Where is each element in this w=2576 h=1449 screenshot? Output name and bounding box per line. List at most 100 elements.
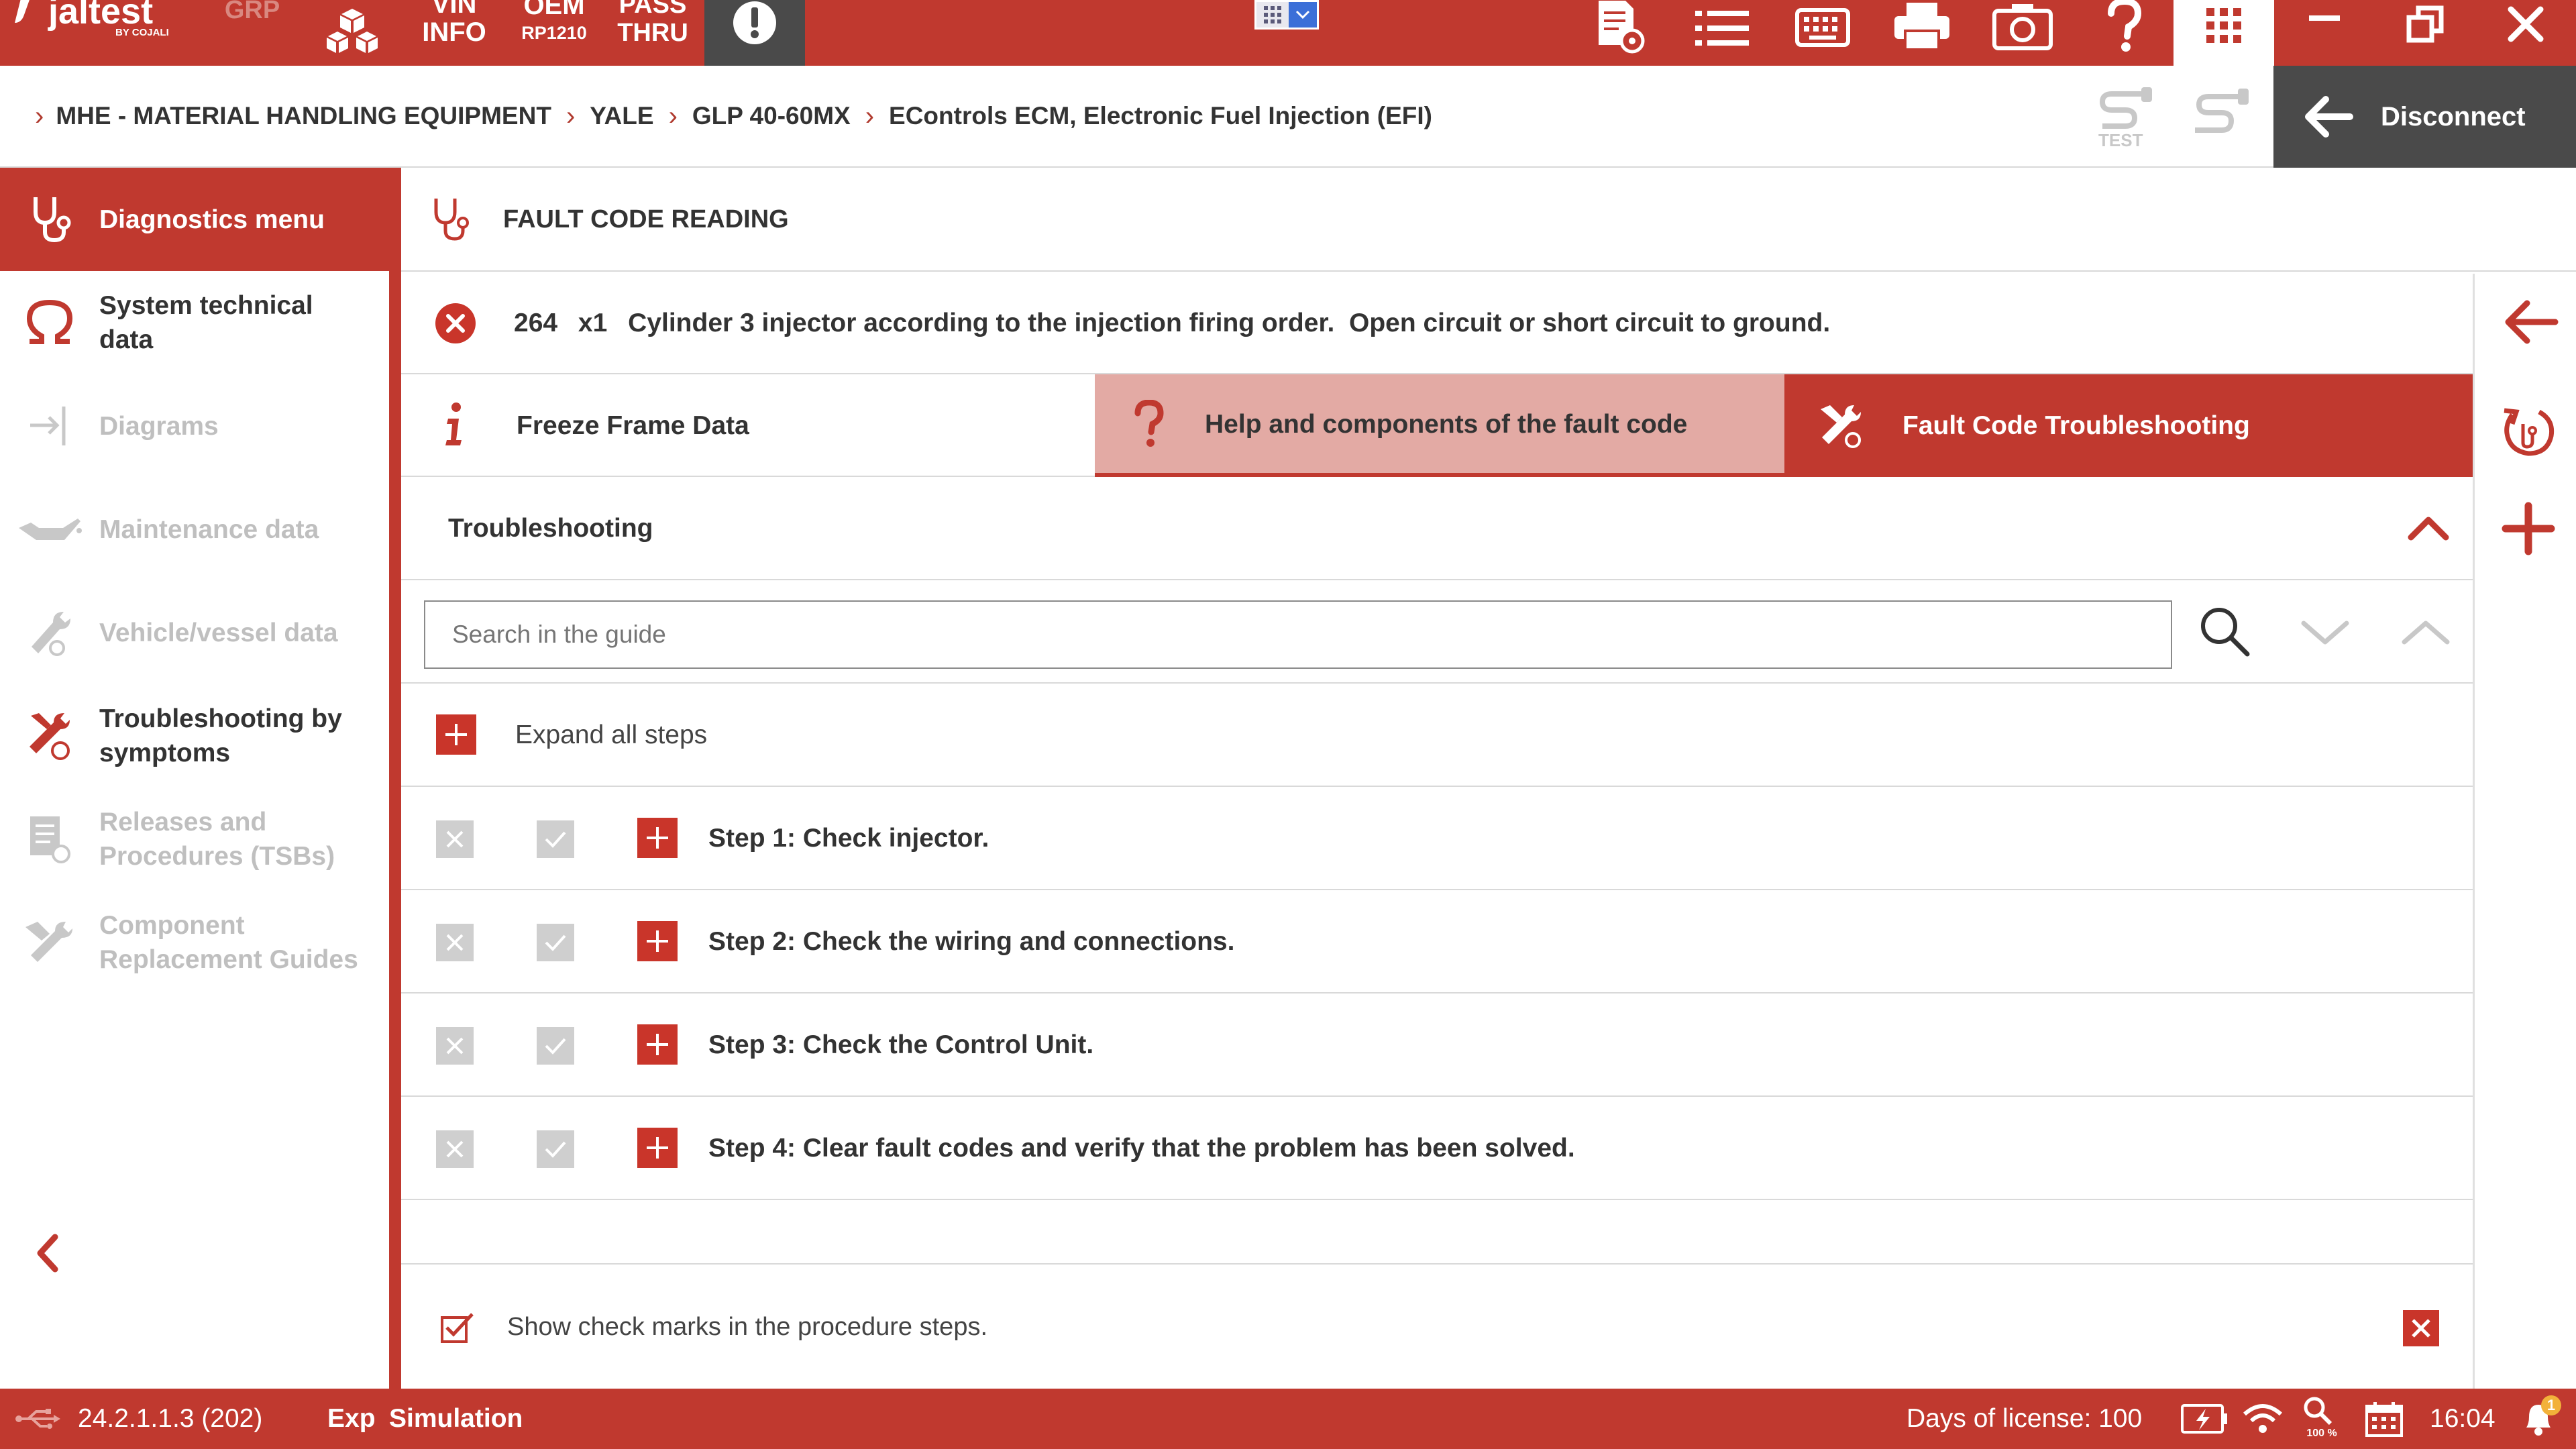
mark-step-ok-check-icon[interactable]: [537, 1027, 574, 1065]
add-icon[interactable]: [2502, 502, 2555, 555]
jaltest-logo: jaltest BY COJALI: [15, 0, 189, 47]
tools-icon: [1821, 405, 1861, 448]
question-icon: [1134, 400, 1164, 447]
stethoscope-icon: [434, 199, 469, 241]
layout-dropdown[interactable]: [1254, 0, 1319, 30]
breadcrumb-item-mhe[interactable]: MHE - MATERIAL HANDLING EQUIPMENT: [56, 102, 551, 130]
section-header: FAULT CODE READING: [401, 168, 2576, 272]
screenshot-button[interactable]: [1986, 0, 2059, 66]
search-guide-input[interactable]: [424, 600, 2172, 669]
notifications-button[interactable]: 1: [2520, 1395, 2567, 1442]
test-mode-button[interactable]: TEST: [2092, 86, 2156, 150]
alert-icon: [733, 1, 776, 44]
step-title[interactable]: Step 4: Clear fault codes and verify tha…: [708, 1097, 1575, 1200]
chevron-up-icon[interactable]: [2407, 515, 2450, 541]
expand-step-plus-icon[interactable]: [637, 1128, 678, 1168]
tools-icon: [0, 709, 99, 763]
tab-freeze-frame-data[interactable]: Freeze Frame Data: [401, 374, 1095, 477]
breadcrumb-item-yale[interactable]: YALE: [590, 102, 653, 130]
fault-description: Cylinder 3 injector according to the inj…: [628, 309, 1831, 337]
fault-occurrence-count: x1: [578, 309, 608, 337]
mark-step-ok-check-icon[interactable]: [537, 1130, 574, 1168]
next-result-chevron-down-icon[interactable]: [2300, 618, 2351, 647]
sidebar-item-label: Diagrams: [99, 411, 219, 441]
mark-step-failed-x-icon[interactable]: [436, 1027, 474, 1065]
breadcrumb-item-model[interactable]: GLP 40-60MX: [692, 102, 851, 130]
vin-info-button[interactable]: VIN INFO: [411, 0, 498, 46]
oem-rp1210-button[interactable]: OEM RP1210: [511, 0, 597, 42]
sidebar-item-diagrams: Diagrams: [0, 374, 389, 478]
usb-icon: [15, 1409, 60, 1429]
breadcrumb-separator-icon: ›: [35, 101, 44, 131]
close-window-button[interactable]: [2489, 0, 2563, 66]
alert-button[interactable]: [704, 0, 805, 66]
diagram-icon: [0, 402, 99, 449]
help-button[interactable]: [2088, 0, 2161, 66]
minimize-button[interactable]: [2288, 0, 2361, 66]
sidebar-item-troubleshooting-by-symptoms[interactable]: Troubleshooting by symptoms: [0, 684, 389, 788]
tab-label: Fault Code Troubleshooting: [1902, 411, 2250, 440]
sensor-mode-button[interactable]: [2188, 86, 2253, 150]
expand-step-plus-icon[interactable]: [637, 818, 678, 858]
fault-code-text: 264 x1 Cylinder 3 injector according to …: [514, 272, 1830, 374]
print-button[interactable]: [1885, 0, 1959, 66]
step-title[interactable]: Step 2: Check the wiring and connections…: [708, 890, 1234, 994]
show-checkmarks-checkbox[interactable]: [440, 1311, 475, 1344]
oil-can-icon: [0, 509, 99, 549]
apps-grid-button[interactable]: [2174, 0, 2274, 66]
disconnect-button[interactable]: Disconnect: [2273, 66, 2576, 168]
clock: 16:04: [2430, 1404, 2496, 1433]
pass-thru-button[interactable]: PASS THRU: [609, 0, 696, 46]
documents-icon: [0, 812, 99, 866]
search-icon[interactable]: [2196, 603, 2253, 659]
printer-icon: [1894, 3, 1949, 51]
modules-button[interactable]: [315, 0, 389, 66]
show-checkmarks-label: Show check marks in the procedure steps.: [507, 1313, 988, 1341]
chevron-left-icon: [37, 1234, 58, 1273]
expand-all-plus-icon[interactable]: [436, 714, 476, 755]
sidebar-item-label: System technical data: [99, 291, 313, 354]
breadcrumb-item-system[interactable]: EControls ECM, Electronic Fuel Injection…: [889, 102, 1432, 130]
tab-help-and-components[interactable]: Help and components of the fault code: [1095, 374, 1784, 477]
fault-code-number: 264: [514, 309, 558, 337]
step-title[interactable]: Step 3: Check the Control Unit.: [708, 994, 1093, 1097]
test-icon: [2099, 87, 2152, 129]
previous-result-chevron-up-icon[interactable]: [2400, 618, 2451, 647]
zoom-button[interactable]: 100 %: [2301, 1394, 2343, 1448]
expand-step-plus-icon[interactable]: [637, 1024, 678, 1065]
test-label: TEST: [2098, 130, 2143, 150]
connection-mode-prefix: Exp: [327, 1404, 376, 1433]
mark-step-ok-check-icon[interactable]: [537, 924, 574, 961]
mark-step-ok-check-icon[interactable]: [537, 820, 574, 858]
mark-step-failed-x-icon[interactable]: [436, 924, 474, 961]
battery-charging-icon: [2181, 1404, 2227, 1434]
close-procedure-button[interactable]: [2403, 1310, 2439, 1346]
mark-step-failed-x-icon[interactable]: [436, 820, 474, 858]
step-title[interactable]: Step 1: Check injector.: [708, 787, 989, 890]
info-icon: [445, 402, 462, 445]
calendar-icon[interactable]: [2364, 1401, 2404, 1438]
troubleshooting-section-header[interactable]: Troubleshooting: [401, 477, 2473, 580]
expand-step-plus-icon[interactable]: [637, 921, 678, 961]
mark-step-failed-x-icon[interactable]: [436, 1130, 474, 1168]
sidebar-item-system-technical-data[interactable]: System technical data: [0, 271, 389, 374]
grp-button[interactable]: GRP: [219, 0, 286, 23]
stethoscope-icon: [0, 195, 99, 244]
keyboard-icon: [1795, 8, 1850, 47]
refresh-fault-codes-icon[interactable]: [2499, 394, 2561, 459]
sidebar-item-component-replacement-guides: Component Replacement Guides: [0, 891, 389, 994]
tab-label: Help and components of the fault code: [1205, 410, 1688, 439]
step-row: Step 3: Check the Control Unit.: [401, 994, 2473, 1097]
sidebar-header-diagnostics-menu[interactable]: Diagnostics menu: [0, 168, 389, 271]
report-button[interactable]: [1583, 0, 1657, 66]
tab-fault-code-troubleshooting[interactable]: Fault Code Troubleshooting: [1784, 374, 2473, 477]
keyboard-button[interactable]: [1786, 0, 1860, 66]
expand-all-row[interactable]: Expand all steps: [401, 684, 2473, 787]
vin-info-line1: VIN: [431, 0, 477, 19]
restore-button[interactable]: [2388, 0, 2462, 66]
back-arrow-icon[interactable]: [2502, 295, 2559, 349]
list-button[interactable]: [1685, 0, 1759, 66]
sidebar-item-label: Releases and Procedures (TSBs): [99, 808, 335, 871]
status-bar: 24.2.1.1.3 (202) Exp Simulation Days of …: [0, 1389, 2576, 1449]
collapse-sidebar-button[interactable]: [20, 1226, 74, 1280]
